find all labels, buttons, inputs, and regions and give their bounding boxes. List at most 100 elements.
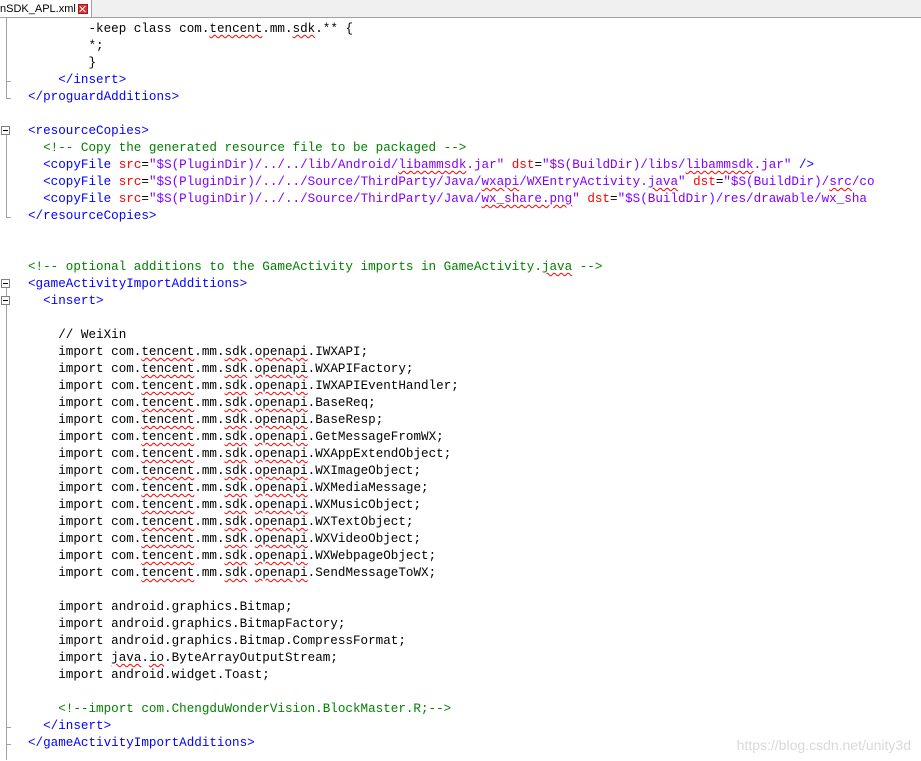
code-line: import com.tencent.mm.sdk.openapi.SendMe…	[28, 565, 921, 582]
code-token: sdk	[224, 345, 248, 359]
code-token: openapi	[254, 413, 308, 427]
code-token: <gameActivityImportAdditions>	[28, 277, 248, 291]
code-token: </insert>	[28, 73, 127, 87]
code-line: import com.tencent.mm.sdk.openapi.WXAppE…	[28, 446, 921, 463]
code-token: /WXEntryActivity.	[519, 175, 648, 189]
fold-line	[6, 135, 7, 217]
code-token: .WXVideoObject;	[307, 532, 422, 546]
code-token: .SendMessageToWX;	[307, 566, 437, 580]
fold-end-mark	[6, 98, 11, 99]
code-line: </proguardAdditions>	[28, 89, 921, 106]
code-token: .mm.	[194, 515, 225, 529]
code-token: openapi	[254, 515, 308, 529]
code-token: "$S(PluginDir)/../../Source/ThirdParty/J…	[148, 175, 482, 189]
code-token: dst	[693, 175, 716, 189]
code-token: .mm.	[194, 498, 225, 512]
code-token: openapi	[254, 447, 308, 461]
code-token: libammsdk	[398, 158, 467, 172]
code-line: import com.tencent.mm.sdk.openapi.GetMes…	[28, 429, 921, 446]
code-token: .mm.	[194, 413, 225, 427]
code-token: </gameActivityImportAdditions>	[28, 736, 255, 750]
code-token: import com.	[28, 566, 142, 580]
code-token: <copyFile	[28, 192, 119, 206]
code-token: .	[247, 430, 255, 444]
code-token: -->	[572, 260, 603, 274]
code-token: .mm.	[262, 22, 293, 36]
code-token: import com.	[28, 345, 142, 359]
code-token: sdk	[224, 430, 248, 444]
code-token: "$S(BuildDir)/	[723, 175, 830, 189]
code-token: .mm.	[194, 447, 225, 461]
code-line: import android.graphics.Bitmap.CompressF…	[28, 633, 921, 650]
code-token: .	[247, 447, 255, 461]
code-token: import com.	[28, 430, 142, 444]
code-token: -keep class com.	[28, 22, 210, 36]
fold-gutter	[0, 18, 14, 761]
fold-toggle-icon[interactable]	[1, 126, 10, 135]
code-token: .IWXAPI;	[307, 345, 369, 359]
code-token: openapi	[254, 430, 308, 444]
code-token: import com.	[28, 379, 142, 393]
code-token: .mm.	[194, 362, 225, 376]
code-line: <copyFile src="$S(PluginDir)/../../Sourc…	[28, 174, 921, 191]
code-token: import com.	[28, 396, 142, 410]
tab-label: nSDK_APL.xml	[0, 2, 76, 15]
code-line: import com.tencent.mm.sdk.openapi.WXImag…	[28, 463, 921, 480]
code-token: tencent	[141, 447, 195, 461]
code-token: sdk	[224, 532, 248, 546]
code-token: .WXWebpageObject;	[307, 549, 437, 563]
code-token: "$S(BuildDir)/libs/	[542, 158, 686, 172]
code-line: import android.graphics.Bitmap;	[28, 599, 921, 616]
code-token: .ByteArrayOutputStream;	[164, 651, 338, 665]
code-token: sdk	[224, 464, 248, 478]
code-line: import com.tencent.mm.sdk.openapi.IWXAPI…	[28, 378, 921, 395]
code-token: tencent	[141, 464, 195, 478]
fold-end-mark	[6, 744, 11, 745]
code-line: import com.tencent.mm.sdk.openapi.WXText…	[28, 514, 921, 531]
code-token: .mm.	[194, 566, 225, 580]
code-token: .	[247, 396, 255, 410]
code-token: <!-- Copy the generated resource file to…	[28, 141, 467, 155]
tab-file[interactable]: nSDK_APL.xml	[0, 0, 92, 17]
close-icon[interactable]	[77, 3, 88, 14]
code-token: sdk	[224, 515, 248, 529]
code-token: .	[247, 464, 255, 478]
code-token: <copyFile	[28, 175, 119, 189]
fold-end-mark	[6, 727, 11, 728]
code-line: import com.tencent.mm.sdk.openapi.WXWebp…	[28, 548, 921, 565]
code-token: tencent	[141, 532, 195, 546]
code-token: sdk	[292, 22, 316, 36]
code-token: =	[534, 158, 542, 172]
code-token: .jar"	[753, 158, 792, 172]
code-token: openapi	[254, 362, 308, 376]
code-token: wxapi	[481, 175, 520, 189]
code-token: src	[829, 175, 852, 189]
code-line: import android.widget.Toast;	[28, 667, 921, 684]
code-token: <!--import com.ChengduWonderVision.Block…	[28, 702, 452, 716]
code-token: .BaseReq;	[307, 396, 376, 410]
code-token: libammsdk	[685, 158, 754, 172]
code-token: .jar"	[466, 158, 505, 172]
code-token: openapi	[254, 532, 308, 546]
code-token: .IWXAPIEventHandler;	[307, 379, 459, 393]
code-line: import com.tencent.mm.sdk.openapi.IWXAPI…	[28, 344, 921, 361]
code-token: import com.	[28, 413, 142, 427]
code-token: <copyFile	[28, 158, 119, 172]
code-token: .WXTextObject;	[307, 515, 414, 529]
code-editor[interactable]: -keep class com.tencent.mm.sdk.** { *; }…	[0, 18, 921, 761]
fold-toggle-icon[interactable]	[1, 296, 10, 305]
code-line: }	[28, 55, 921, 72]
code-token: sdk	[224, 362, 248, 376]
code-text[interactable]: -keep class com.tencent.mm.sdk.** { *; }…	[28, 21, 921, 752]
code-token: <!-- optional additions to the GameActiv…	[28, 260, 542, 274]
fold-toggle-icon[interactable]	[1, 279, 10, 288]
code-token: .	[247, 566, 255, 580]
code-line: import android.graphics.BitmapFactory;	[28, 616, 921, 633]
code-token: import com.	[28, 515, 142, 529]
code-line: import com.tencent.mm.sdk.openapi.WXMedi…	[28, 480, 921, 497]
code-token: tencent	[141, 566, 195, 580]
code-token: dst	[587, 192, 610, 206]
